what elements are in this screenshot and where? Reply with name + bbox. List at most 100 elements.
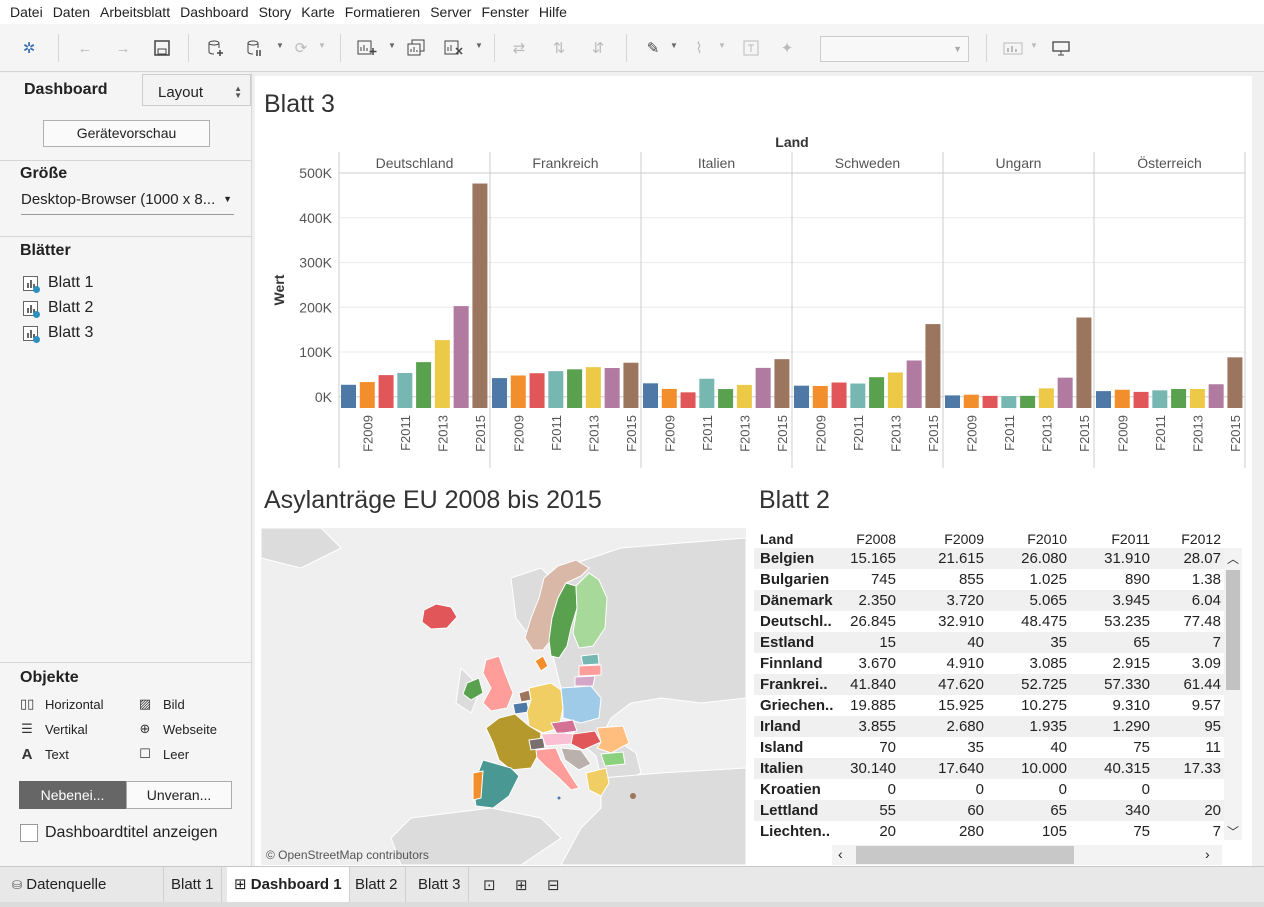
tab-layout[interactable]: Layout ▲ ▼ — [142, 74, 251, 106]
scroll-left-icon[interactable]: ‹ — [838, 846, 843, 862]
scroll-up-icon[interactable]: ︿ — [1227, 550, 1239, 567]
table-row[interactable]: Finnland 3.670 4.910 3.085 2.915 3.09 — [754, 653, 1224, 674]
object-text[interactable]: A Text — [20, 746, 69, 763]
worksheet-icon — [23, 325, 40, 343]
x-tick-label: F2015 — [775, 415, 790, 452]
floating-button[interactable]: Unveran... — [126, 781, 232, 809]
bar — [1076, 317, 1092, 408]
sort-asc-icon[interactable]: ⇅ — [548, 37, 570, 59]
menu-item-story[interactable]: Story — [254, 4, 297, 20]
menu-item-daten[interactable]: Daten — [48, 4, 95, 20]
data-table[interactable]: Land F2008 F2009 F2010 F2011 F2012 Belgien 15.… — [754, 527, 1242, 867]
size-select-value: Desktop-Browser (1000 x 8... — [21, 191, 216, 208]
panel-label: Italien — [698, 155, 735, 171]
vertical-scrollbar-thumb[interactable] — [1226, 570, 1240, 690]
object-webpage[interactable]: ⊕ Webseite — [138, 721, 217, 737]
tab-blatt-2[interactable]: Blatt 2 — [348, 867, 406, 903]
tab-datasource[interactable]: ⛁ Datenquelle — [0, 867, 164, 903]
menu-item-arbeitsblatt[interactable]: Arbeitsblatt — [95, 4, 175, 20]
show-me-icon[interactable] — [1002, 37, 1024, 59]
table-row[interactable]: Griechen.. 19.885 15.925 10.275 9.310 9.57 — [754, 695, 1224, 716]
object-blank[interactable]: ☐ Leer — [138, 746, 189, 762]
tab-blatt-1[interactable]: Blatt 1 — [164, 867, 222, 903]
pause-updates-icon[interactable] — [244, 37, 266, 59]
tab-dashboard[interactable]: Dashboard — [24, 81, 108, 99]
table-body: Belgien 15.165 21.615 26.080 31.910 28.07 Bulg… — [754, 548, 1224, 842]
chevron-down-icon[interactable]: ▼ — [318, 41, 326, 50]
refresh-icon[interactable]: ⟳ — [290, 37, 312, 59]
bar — [1001, 396, 1017, 408]
divider — [0, 662, 251, 663]
scroll-right-icon[interactable]: › — [1205, 846, 1210, 862]
sheet-item[interactable]: Blatt 3 — [23, 322, 93, 344]
x-tick-label: F2011 — [851, 415, 866, 451]
save-icon[interactable] — [151, 37, 173, 59]
table-row[interactable]: Deutschl.. 26.845 32.910 48.475 53.235 77.48 — [754, 611, 1224, 632]
table-row[interactable]: Bulgarien 745 855 1.025 890 1.38 — [754, 569, 1224, 590]
clear-sheet-icon[interactable] — [443, 37, 465, 59]
bar — [1227, 357, 1243, 408]
highlight-icon[interactable]: ✎ — [642, 37, 664, 59]
menu-item-server[interactable]: Server — [425, 4, 476, 20]
pin-icon[interactable]: ✦ — [776, 37, 798, 59]
menu-item-hilfe[interactable]: Hilfe — [534, 4, 572, 20]
new-worksheet-tab-icon[interactable]: ⊡ — [483, 876, 496, 894]
redo-icon[interactable]: → — [112, 37, 134, 59]
menu-item-formatieren[interactable]: Formatieren — [340, 4, 425, 20]
table-row[interactable]: Kroatien 0 0 0 0 — [754, 779, 1224, 800]
size-select[interactable]: Desktop-Browser (1000 x 8... ▼ — [21, 191, 234, 215]
new-worksheet-icon[interactable] — [356, 37, 378, 59]
fit-dropdown[interactable]: ▼ — [820, 36, 969, 62]
tab-blatt-3[interactable]: Blatt 3 — [411, 867, 469, 903]
swap-icon[interactable]: ⇄ — [508, 37, 530, 59]
chevron-down-icon[interactable]: ▼ — [276, 41, 284, 50]
chevron-down-icon[interactable]: ▼ — [718, 41, 726, 50]
tableau-logo-icon[interactable]: ✲ — [18, 37, 40, 59]
table-row[interactable]: Frankrei.. 41.840 47.620 52.725 57.330 61.44 — [754, 674, 1224, 695]
sheet-item[interactable]: Blatt 1 — [23, 272, 93, 294]
chevron-down-icon[interactable]: ▼ — [1030, 41, 1038, 50]
new-story-tab-icon[interactable]: ⊟ — [547, 876, 560, 894]
table-row[interactable]: Italien 30.140 17.640 10.000 40.315 17.33 — [754, 758, 1224, 779]
table-row[interactable]: Irland 3.855 2.680 1.935 1.290 95 — [754, 716, 1224, 737]
table-row[interactable]: Lettland 55 60 65 340 20 — [754, 800, 1224, 821]
chevron-down-icon[interactable]: ▼ — [388, 41, 396, 50]
status-bar — [0, 902, 1264, 907]
bar-chart[interactable]: Land Wert 0K 100K 200K 300K 400K 500K Deutschlan… — [260, 130, 1250, 475]
new-datasource-icon[interactable] — [205, 37, 227, 59]
menu-item-dashboard[interactable]: Dashboard — [175, 4, 254, 20]
table-cell: 48.475 — [1021, 613, 1067, 630]
show-title-checkbox[interactable] — [20, 824, 38, 842]
undo-icon[interactable]: ← — [74, 37, 96, 59]
menu-item-fenster[interactable]: Fenster — [476, 4, 533, 20]
tab-dashboard-1[interactable]: ⊞ Dashboard 1 — [227, 867, 350, 903]
duplicate-icon[interactable] — [405, 37, 427, 59]
table-row[interactable]: Liechten.. 20 280 105 75 7 — [754, 821, 1224, 842]
object-horizontal[interactable]: ▯▯ Horizontal — [20, 696, 104, 712]
sheet-item[interactable]: Blatt 2 — [23, 297, 93, 319]
chevron-down-icon[interactable]: ▼ — [670, 41, 678, 50]
sort-desc-icon[interactable]: ⇵ — [587, 37, 609, 59]
horizontal-scrollbar-thumb[interactable] — [856, 846, 1074, 864]
table-row[interactable]: Island 70 35 40 75 11 — [754, 737, 1224, 758]
table-row[interactable]: Dänemark 2.350 3.720 5.065 3.945 6.04 — [754, 590, 1224, 611]
presentation-icon[interactable] — [1050, 37, 1072, 59]
group-icon[interactable]: ⌇ — [688, 37, 710, 59]
chevron-down-icon[interactable]: ▼ — [475, 41, 483, 50]
bar — [850, 383, 866, 408]
scroll-down-icon[interactable]: ﹀ — [1227, 823, 1239, 840]
object-vertical[interactable]: ☰ Vertikal — [20, 721, 87, 737]
europe-map[interactable]: © OpenStreetMap contributors — [261, 528, 746, 865]
device-preview-button[interactable]: Gerätevorschau — [43, 120, 210, 147]
object-image[interactable]: ▨ Bild — [138, 696, 185, 712]
labels-icon[interactable] — [740, 37, 762, 59]
menu-item-karte[interactable]: Karte — [296, 4, 339, 20]
table-row[interactable]: Belgien 15.165 21.615 26.080 31.910 28.07 — [754, 548, 1224, 569]
toolbar-separator — [986, 34, 987, 62]
menu-item-datei[interactable]: Datei — [0, 4, 48, 20]
new-dashboard-tab-icon[interactable]: ⊞ — [515, 876, 528, 894]
tiled-button[interactable]: Nebenei... — [19, 781, 126, 809]
table-row[interactable]: Estland 15 40 35 65 7 — [754, 632, 1224, 653]
worksheet-icon — [23, 275, 40, 293]
table-cell: 31.910 — [1104, 550, 1150, 567]
